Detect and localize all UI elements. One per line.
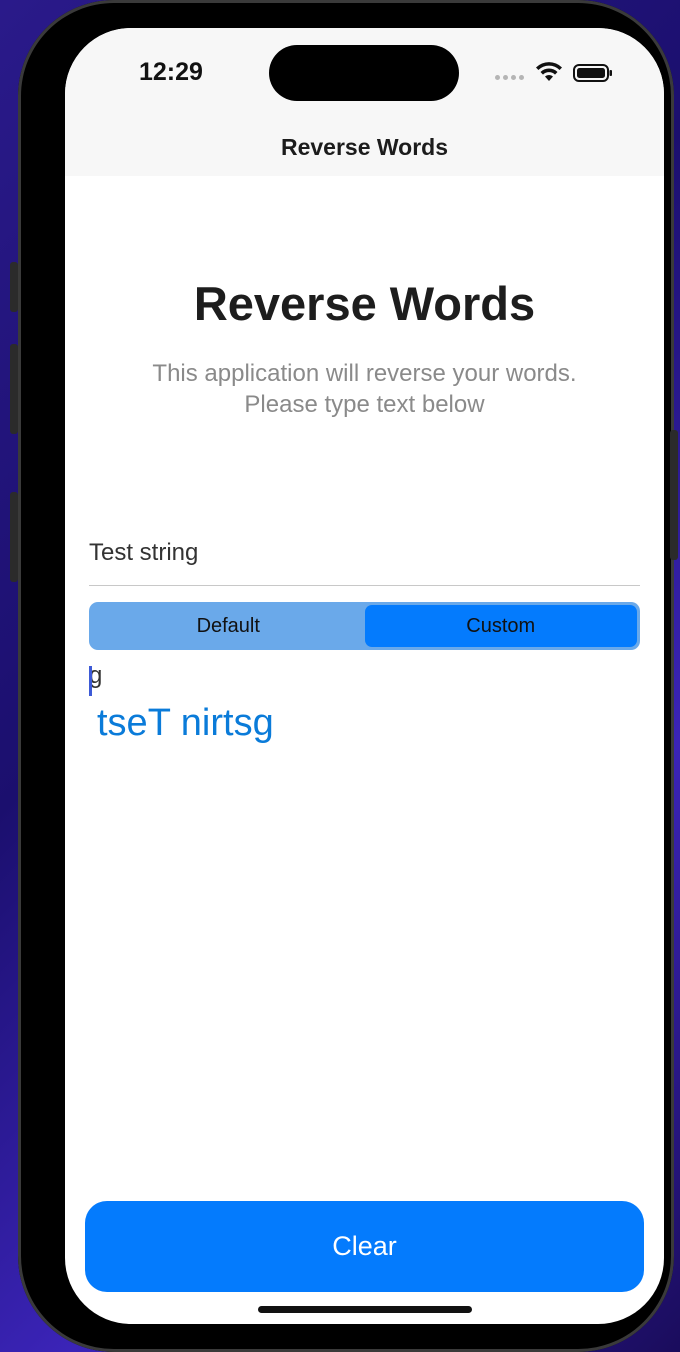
cellular-signal-icon (495, 75, 524, 80)
side-button (10, 262, 18, 312)
status-time: 12:29 (139, 58, 203, 86)
navigation-bar: Reverse Words (65, 118, 664, 176)
status-bar: 12:29 (65, 28, 664, 118)
subtitle-line-2: Please type text below (244, 391, 485, 418)
dynamic-island (269, 45, 459, 101)
nav-title: Reverse Words (280, 133, 449, 160)
app-screen: 12:29 Reverse Words Reverse Words This a… (65, 28, 664, 1324)
power-button (670, 430, 678, 560)
volume-up-button (10, 344, 18, 434)
text-cursor (89, 666, 92, 696)
segment-default[interactable]: Default (92, 605, 365, 647)
phone-frame: 12:29 Reverse Words Reverse Words This a… (10, 0, 678, 1352)
clear-button[interactable]: Clear (85, 1201, 644, 1292)
wifi-icon (536, 62, 562, 81)
reversed-result: tseT nirtsg (97, 702, 274, 744)
page-subtitle: This application will reverse your words… (105, 358, 624, 420)
battery-icon (573, 64, 612, 82)
home-indicator (258, 1306, 472, 1313)
subtitle-line-1: This application will reverse your words… (152, 360, 577, 387)
text-input[interactable] (89, 521, 640, 586)
mode-segmented-control[interactable]: Default Custom (89, 602, 640, 650)
page-title: Reverse Words (193, 277, 536, 330)
volume-down-button (10, 492, 18, 582)
segment-custom[interactable]: Custom (364, 605, 637, 647)
